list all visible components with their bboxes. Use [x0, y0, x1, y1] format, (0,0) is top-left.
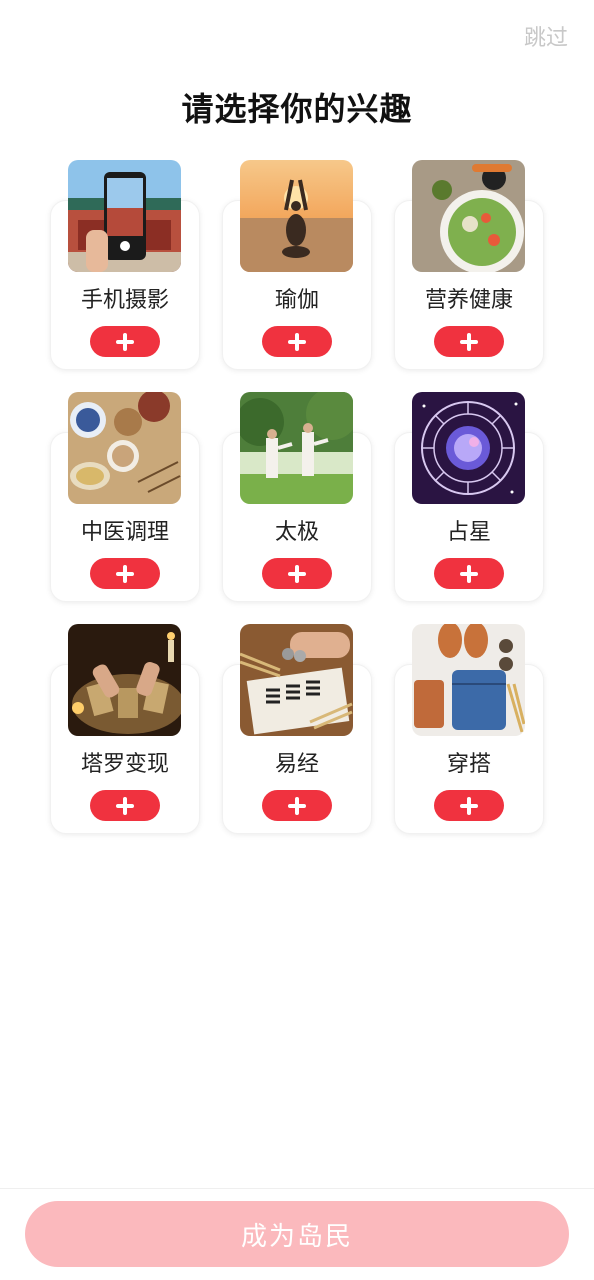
interest-label: 中医调理 — [80, 520, 169, 545]
interest-card-phone-photography: 手机摄影 — [50, 160, 200, 370]
plus-icon — [288, 332, 306, 351]
interest-label: 营养健康 — [424, 288, 513, 313]
add-interest-button[interactable] — [90, 790, 160, 821]
skip-button[interactable]: 跳过 — [524, 20, 568, 52]
interest-card-outfit: 穿搭 — [394, 624, 544, 834]
interest-label: 穿搭 — [446, 752, 491, 777]
phone-photography-image — [68, 160, 181, 272]
add-interest-button[interactable] — [434, 326, 504, 357]
plus-icon — [288, 564, 306, 583]
i-ching-image — [240, 624, 353, 736]
page-title: 请选择你的兴趣 — [181, 90, 413, 128]
interest-card-yoga: 瑜伽 — [222, 160, 372, 370]
herbal-tea-image — [68, 392, 181, 504]
add-interest-button[interactable] — [262, 558, 332, 589]
interest-card-tarot: 塔罗变现 — [50, 624, 200, 834]
add-interest-button[interactable] — [434, 558, 504, 589]
interest-label: 占星 — [446, 520, 491, 545]
plus-icon — [116, 564, 134, 583]
footer-divider — [0, 1188, 594, 1189]
add-interest-button[interactable] — [262, 326, 332, 357]
tai-chi-image — [240, 392, 353, 504]
interest-grid: 手机摄影 瑜伽 营养健康 中医调理 太极 占星 塔罗变现 易经 穿搭 — [50, 160, 544, 834]
plus-icon — [460, 796, 478, 815]
plus-icon — [460, 332, 478, 351]
zodiac-wheel-image — [412, 392, 525, 504]
plus-icon — [288, 796, 306, 815]
plus-icon — [116, 796, 134, 815]
interest-card-astrology: 占星 — [394, 392, 544, 602]
interest-card-nutrition: 营养健康 — [394, 160, 544, 370]
add-interest-button[interactable] — [90, 326, 160, 357]
plus-icon — [460, 564, 478, 583]
plus-icon — [116, 332, 134, 351]
interest-label: 手机摄影 — [80, 288, 169, 313]
salad-image — [412, 160, 525, 272]
tarot-cards-image — [68, 624, 181, 736]
add-interest-button[interactable] — [434, 790, 504, 821]
add-interest-button[interactable] — [90, 558, 160, 589]
yoga-image — [240, 160, 353, 272]
outfit-image — [412, 624, 525, 736]
interest-label: 太极 — [274, 520, 319, 545]
interest-card-tai-chi: 太极 — [222, 392, 372, 602]
interest-card-i-ching: 易经 — [222, 624, 372, 834]
interest-card-tcm: 中医调理 — [50, 392, 200, 602]
interest-label: 易经 — [274, 752, 319, 777]
add-interest-button[interactable] — [262, 790, 332, 821]
interest-label: 塔罗变现 — [80, 752, 169, 777]
interest-selection-page: 跳过 请选择你的兴趣 手机摄影 瑜伽 营养健康 中医调理 太极 占星 塔罗变现 … — [0, 0, 594, 1280]
interest-label: 瑜伽 — [274, 288, 319, 313]
become-islander-button[interactable]: 成为岛民 — [25, 1201, 569, 1267]
